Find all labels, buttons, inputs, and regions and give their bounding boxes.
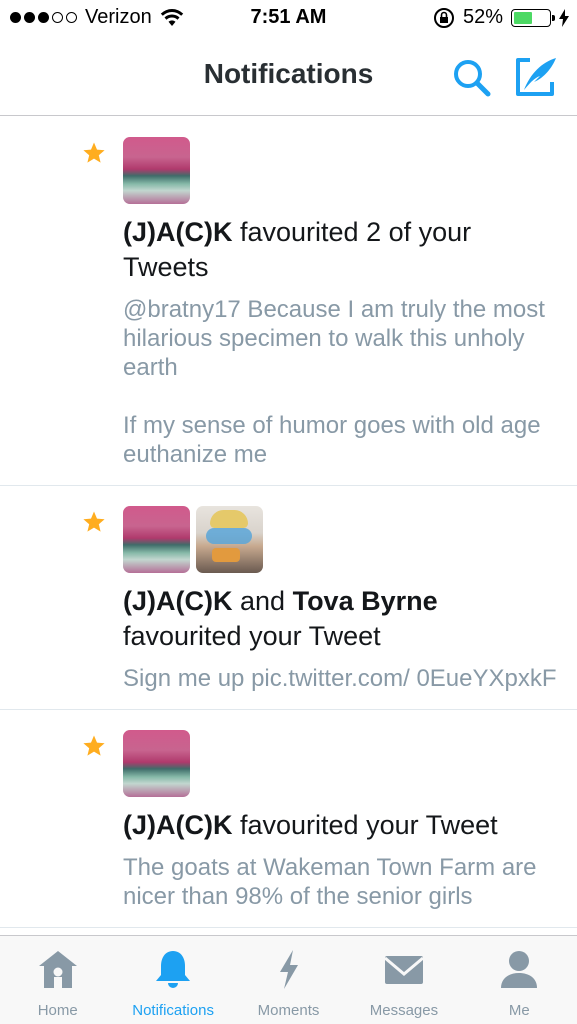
tab-label: Messages (369, 1002, 439, 1019)
notification-item[interactable]: (J)A(C)K favourited your Tweet The goats… (0, 710, 577, 928)
status-right: 52% (433, 6, 569, 29)
tweet-text: The goats at Wakeman Town Farm are nicer… (123, 853, 557, 911)
person-icon (501, 951, 538, 988)
joiner-text: and (240, 586, 286, 616)
tweet-line: @bratny17 Because I am truly the most hi… (123, 296, 545, 381)
tab-bar: Home Notifications Moments Messages Me (0, 935, 577, 1024)
rotation-lock-icon (433, 7, 454, 28)
envelope-icon (383, 956, 424, 984)
avatar-row (123, 730, 557, 798)
notification-item[interactable]: (J)A(C)K and Tova Byrne favourited your … (0, 486, 577, 710)
tab-label: Notifications (132, 1002, 214, 1019)
tab-moments[interactable]: Moments (231, 936, 346, 1024)
tweet-line: Sign me up pic.twitter.com/ 0EueYXpxkF (123, 665, 557, 692)
tweet-text: Sign me up pic.twitter.com/ 0EueYXpxkF (123, 664, 557, 693)
star-icon (83, 142, 105, 163)
user-name[interactable]: Tova Byrne (293, 586, 438, 616)
jack-avatar[interactable] (123, 137, 190, 204)
tab-notifications[interactable]: Notifications (115, 936, 230, 1024)
lightning-icon (279, 950, 298, 989)
bell-icon (156, 951, 191, 988)
notification-headline: (J)A(C)K and Tova Byrne favourited your … (123, 584, 557, 654)
notification-action: favourited your Tweet (123, 621, 381, 651)
star-icon (83, 735, 105, 756)
notification-item[interactable]: (J)A(C)K favourited 2 of your Tweets @br… (0, 117, 577, 486)
notifications-list[interactable]: (J)A(C)K favourited 2 of your Tweets @br… (0, 117, 577, 935)
search-icon[interactable] (452, 58, 492, 98)
tweet-line: If my sense of humor goes with old age e… (123, 412, 541, 468)
tova-byrne-avatar[interactable] (196, 506, 263, 573)
user-name[interactable]: (J)A(C)K (123, 217, 232, 247)
tab-home[interactable]: Home (0, 936, 115, 1024)
battery-fill (514, 11, 532, 24)
battery-percent: 52% (462, 6, 503, 28)
tweet-text: @bratny17 Because I am truly the most hi… (123, 295, 557, 469)
notification-action: favourited your Tweet (240, 810, 498, 840)
avatar-row (123, 137, 557, 205)
notification-headline: (J)A(C)K favourited your Tweet (123, 808, 557, 843)
user-name[interactable]: (J)A(C)K (123, 586, 232, 616)
star-icon (83, 511, 105, 532)
tab-messages[interactable]: Messages (346, 936, 461, 1024)
status-bar: Verizon 7:51 AM 52% (0, 0, 577, 38)
tab-me[interactable]: Me (462, 936, 577, 1024)
home-icon (38, 951, 77, 988)
compose-tweet-icon[interactable] (514, 56, 558, 98)
jack-avatar[interactable] (123, 730, 190, 797)
tab-label: Moments (257, 1002, 320, 1019)
tweet-line: The goats at Wakeman Town Farm are nicer… (123, 854, 537, 910)
battery-icon (511, 8, 555, 27)
tab-label: Home (37, 1002, 78, 1019)
nav-bar: Notifications (0, 38, 577, 116)
jack-avatar[interactable] (123, 506, 190, 573)
avatar-row (123, 506, 557, 574)
notification-headline: (J)A(C)K favourited 2 of your Tweets (123, 215, 557, 285)
tab-label: Me (508, 1002, 530, 1019)
charging-icon (559, 8, 569, 27)
user-name[interactable]: (J)A(C)K (123, 810, 232, 840)
